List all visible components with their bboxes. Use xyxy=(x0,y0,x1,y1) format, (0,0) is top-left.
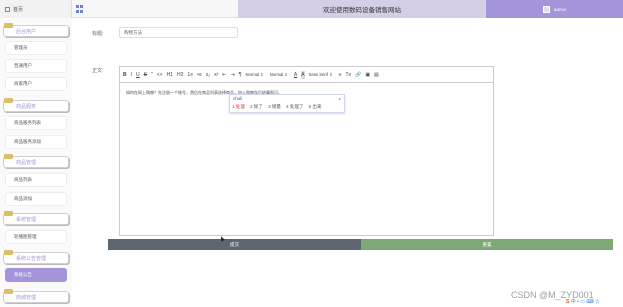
sidebar-group-shop[interactable]: 商城管理 xyxy=(3,289,69,303)
home-icon xyxy=(5,6,10,12)
sidebar-group-label: 商品管理 xyxy=(16,159,37,166)
font-select-value: Sans Serif xyxy=(308,72,328,77)
header-select[interactable]: Normal ⇕ xyxy=(270,72,288,77)
h2-button[interactable]: H2 xyxy=(177,71,183,79)
quote-button[interactable]: " xyxy=(151,71,153,79)
indent-decrease-button[interactable]: ⇤ xyxy=(222,71,226,79)
clean-format-button[interactable]: Tx xyxy=(346,71,352,79)
sidebar-item-label: 管理员 xyxy=(14,45,28,50)
strike-button[interactable]: S xyxy=(144,71,147,79)
sidebar-item-label: 商品服务列表 xyxy=(14,120,41,125)
align-button[interactable]: ≡ xyxy=(339,71,342,79)
submit-button[interactable]: 提交 xyxy=(108,239,361,250)
ime-arrow-icon[interactable]: ▸ xyxy=(339,96,341,101)
sidebar-group-label: 商品服务 xyxy=(16,103,37,110)
sidebar-item-merchant-users[interactable]: 商家用户 xyxy=(5,77,67,91)
sidebar-group-product-service[interactable]: 商品服务 xyxy=(3,98,69,112)
taskbar-tray-icons: S 中 • ▭ ⌨ ☆ xyxy=(566,298,600,305)
ordered-list-button[interactable]: 1≡ xyxy=(187,71,193,79)
folder-icon xyxy=(4,23,13,29)
sidebar-group-label: 商城管理 xyxy=(16,294,37,301)
rich-text-editor[interactable]: B I U S " <> H1 H2 1≡ •≡ x₂ x² ⇤ ⇥ ¶ Nor… xyxy=(119,66,494,236)
sidebar-item-label: 轮播图管理 xyxy=(14,234,37,239)
sidebar-item-label: 商品服务添加 xyxy=(14,139,41,144)
sidebar-group-system-management[interactable]: 系统管理 xyxy=(3,211,69,225)
bold-button[interactable]: B xyxy=(123,71,127,79)
ime-candidate-popup: chuli ▸ 1 处理 2 除了 3 储量 4 处理了 5 出来 xyxy=(229,94,345,113)
site-title: 欢迎使用数码设备销售网站 xyxy=(238,0,486,18)
menu-toggle-icon[interactable] xyxy=(76,5,84,13)
folder-icon xyxy=(4,211,13,217)
title-value: 购物方法 xyxy=(124,29,142,35)
sidebar-item-label: 普通用户 xyxy=(14,63,32,68)
home-button[interactable]: 首页 xyxy=(0,0,72,18)
sidebar-item-product-add[interactable]: 商品添加 xyxy=(5,192,67,206)
sidebar-group-product-management[interactable]: 商品管理 xyxy=(3,154,69,168)
home-label: 首页 xyxy=(13,6,24,13)
sidebar-group-label: 系统公告管理 xyxy=(16,255,47,262)
username: admin xyxy=(553,6,567,12)
sidebar-group-label: 系统管理 xyxy=(16,216,37,223)
image-icon[interactable]: ▣ xyxy=(365,71,370,79)
underline-button[interactable]: U xyxy=(136,71,140,79)
video-icon[interactable]: ▤ xyxy=(374,71,379,79)
sidebar-group-announcement[interactable]: 系统公告管理 xyxy=(3,250,69,264)
font-select[interactable]: Sans Serif ⇕ xyxy=(309,72,333,77)
text-color-button[interactable]: A xyxy=(294,71,297,79)
folder-icon xyxy=(4,98,13,104)
reset-button[interactable]: 重置 xyxy=(361,239,613,250)
content-label: 正文: xyxy=(92,68,104,74)
sidebar-group-label: 后台用户 xyxy=(16,28,37,35)
superscript-button[interactable]: x² xyxy=(214,71,218,79)
tray-icons: 中 • ▭ ⌨ ☆ xyxy=(570,299,600,305)
sidebar-item-label: 商品添加 xyxy=(14,196,32,201)
user-menu[interactable]: admin xyxy=(486,0,623,18)
sidebar-item-label: 商品列表 xyxy=(14,177,32,182)
sidebar-item-normal-users[interactable]: 普通用户 xyxy=(5,59,67,73)
header-select-value: Normal xyxy=(269,72,284,77)
sidebar-item-label: 系统公告 xyxy=(14,272,32,277)
sidebar-item-admin[interactable]: 管理员 xyxy=(5,41,67,55)
sidebar-group-backend-users[interactable]: 后台用户 xyxy=(3,23,69,37)
bullet-list-button[interactable]: •≡ xyxy=(197,71,202,79)
folder-icon xyxy=(4,154,13,160)
link-icon[interactable]: 🔗 xyxy=(355,71,361,79)
editor-toolbar: B I U S " <> H1 H2 1≡ •≡ x₂ x² ⇤ ⇥ ¶ Nor… xyxy=(120,67,493,83)
direction-button[interactable]: ¶ xyxy=(239,71,242,79)
ime-input-text: chuli xyxy=(233,96,243,101)
sidebar-item-product-list[interactable]: 商品列表 xyxy=(5,173,67,187)
ime-candidate[interactable]: 3 储量 xyxy=(268,104,281,109)
ime-candidate[interactable]: 1 处理 xyxy=(232,104,245,109)
background-color-button[interactable]: A xyxy=(301,70,305,79)
ime-candidate[interactable]: 5 出来 xyxy=(309,104,322,109)
h1-button[interactable]: H1 xyxy=(167,71,173,79)
ime-candidate[interactable]: 4 处理了 xyxy=(286,104,303,109)
sidebar-item-announcement[interactable]: 系统公告 xyxy=(5,268,67,282)
ime-candidate[interactable]: 2 除了 xyxy=(250,104,263,109)
indent-increase-button[interactable]: ⇥ xyxy=(231,71,235,79)
sidebar-item-carousel[interactable]: 轮播图管理 xyxy=(5,230,67,244)
code-button[interactable]: <> xyxy=(157,71,163,79)
sidebar-item-label: 商家用户 xyxy=(14,81,32,86)
size-select-value: Normal xyxy=(245,72,260,77)
size-select[interactable]: Normal ⇕ xyxy=(246,72,264,77)
folder-icon xyxy=(4,289,13,295)
title-input[interactable]: 购物方法 xyxy=(119,27,238,38)
subscript-button[interactable]: x₂ xyxy=(206,71,210,79)
sidebar-item-service-add[interactable]: 商品服务添加 xyxy=(5,135,67,149)
ime-candidate-list: 1 处理 2 除了 3 储量 4 处理了 5 出来 xyxy=(232,104,325,110)
title-label: 标题: xyxy=(92,31,104,37)
folder-icon xyxy=(4,250,13,256)
top-bar: 首页 欢迎使用数码设备销售网站 admin xyxy=(0,0,623,18)
sidebar-item-service-list[interactable]: 商品服务列表 xyxy=(5,116,67,130)
italic-button[interactable]: I xyxy=(131,71,132,79)
avatar xyxy=(542,5,550,13)
s-logo-icon: S xyxy=(566,299,570,305)
